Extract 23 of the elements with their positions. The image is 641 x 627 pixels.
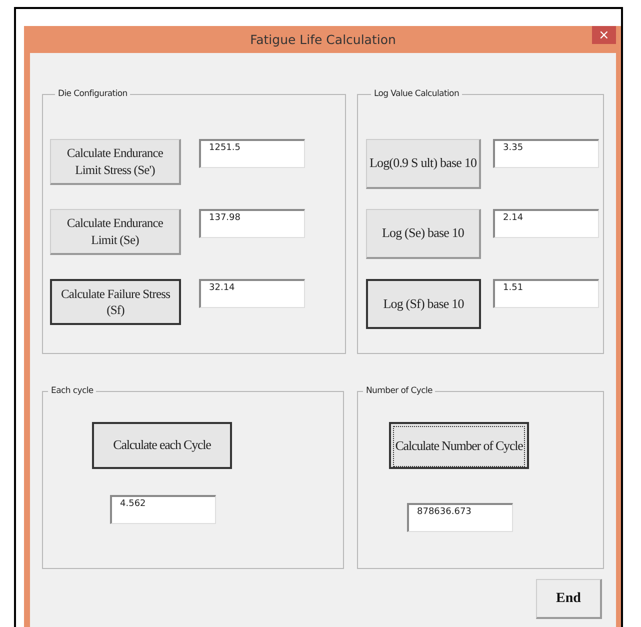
value-field[interactable]: 3.35	[493, 139, 599, 168]
value-field[interactable]: 2.14	[493, 209, 599, 238]
group-label: Each cycle	[50, 386, 94, 396]
value-field[interactable]: 1.51	[493, 279, 599, 308]
value-field[interactable]: 4.562	[110, 495, 216, 524]
calculate-button[interactable]: Calculate Endurance Limit Stress (Se')	[50, 139, 181, 185]
value-field[interactable]: 878636.673	[407, 503, 513, 532]
window-title: Fatigue Life Calculation	[250, 32, 396, 47]
calculate-button[interactable]: Calculate each Cycle	[92, 422, 232, 469]
calculate-button[interactable]: Calculate Endurance Limit (Se)	[50, 209, 181, 255]
close-button[interactable]: ×	[592, 26, 616, 44]
end-button[interactable]: End	[536, 579, 602, 619]
calculate-button[interactable]: Calculate Number of Cycle	[389, 422, 529, 469]
group-label: Number of Cycle	[365, 386, 434, 396]
value-field[interactable]: 1251.5	[199, 139, 305, 168]
value-field[interactable]: 137.98	[199, 209, 305, 238]
group-label: Log Value Calculation	[373, 89, 460, 99]
calculate-button[interactable]: Log (Sf) base 10	[366, 279, 481, 329]
calculate-button[interactable]: Log (Se) base 10	[366, 209, 481, 259]
group-label: Die Configuration	[57, 89, 128, 99]
calculate-button[interactable]: Log(0.9 S ult) base 10	[366, 139, 481, 189]
value-field[interactable]: 32.14	[199, 279, 305, 308]
calculate-button[interactable]: Calculate Failure Stress (Sf)	[50, 279, 181, 325]
